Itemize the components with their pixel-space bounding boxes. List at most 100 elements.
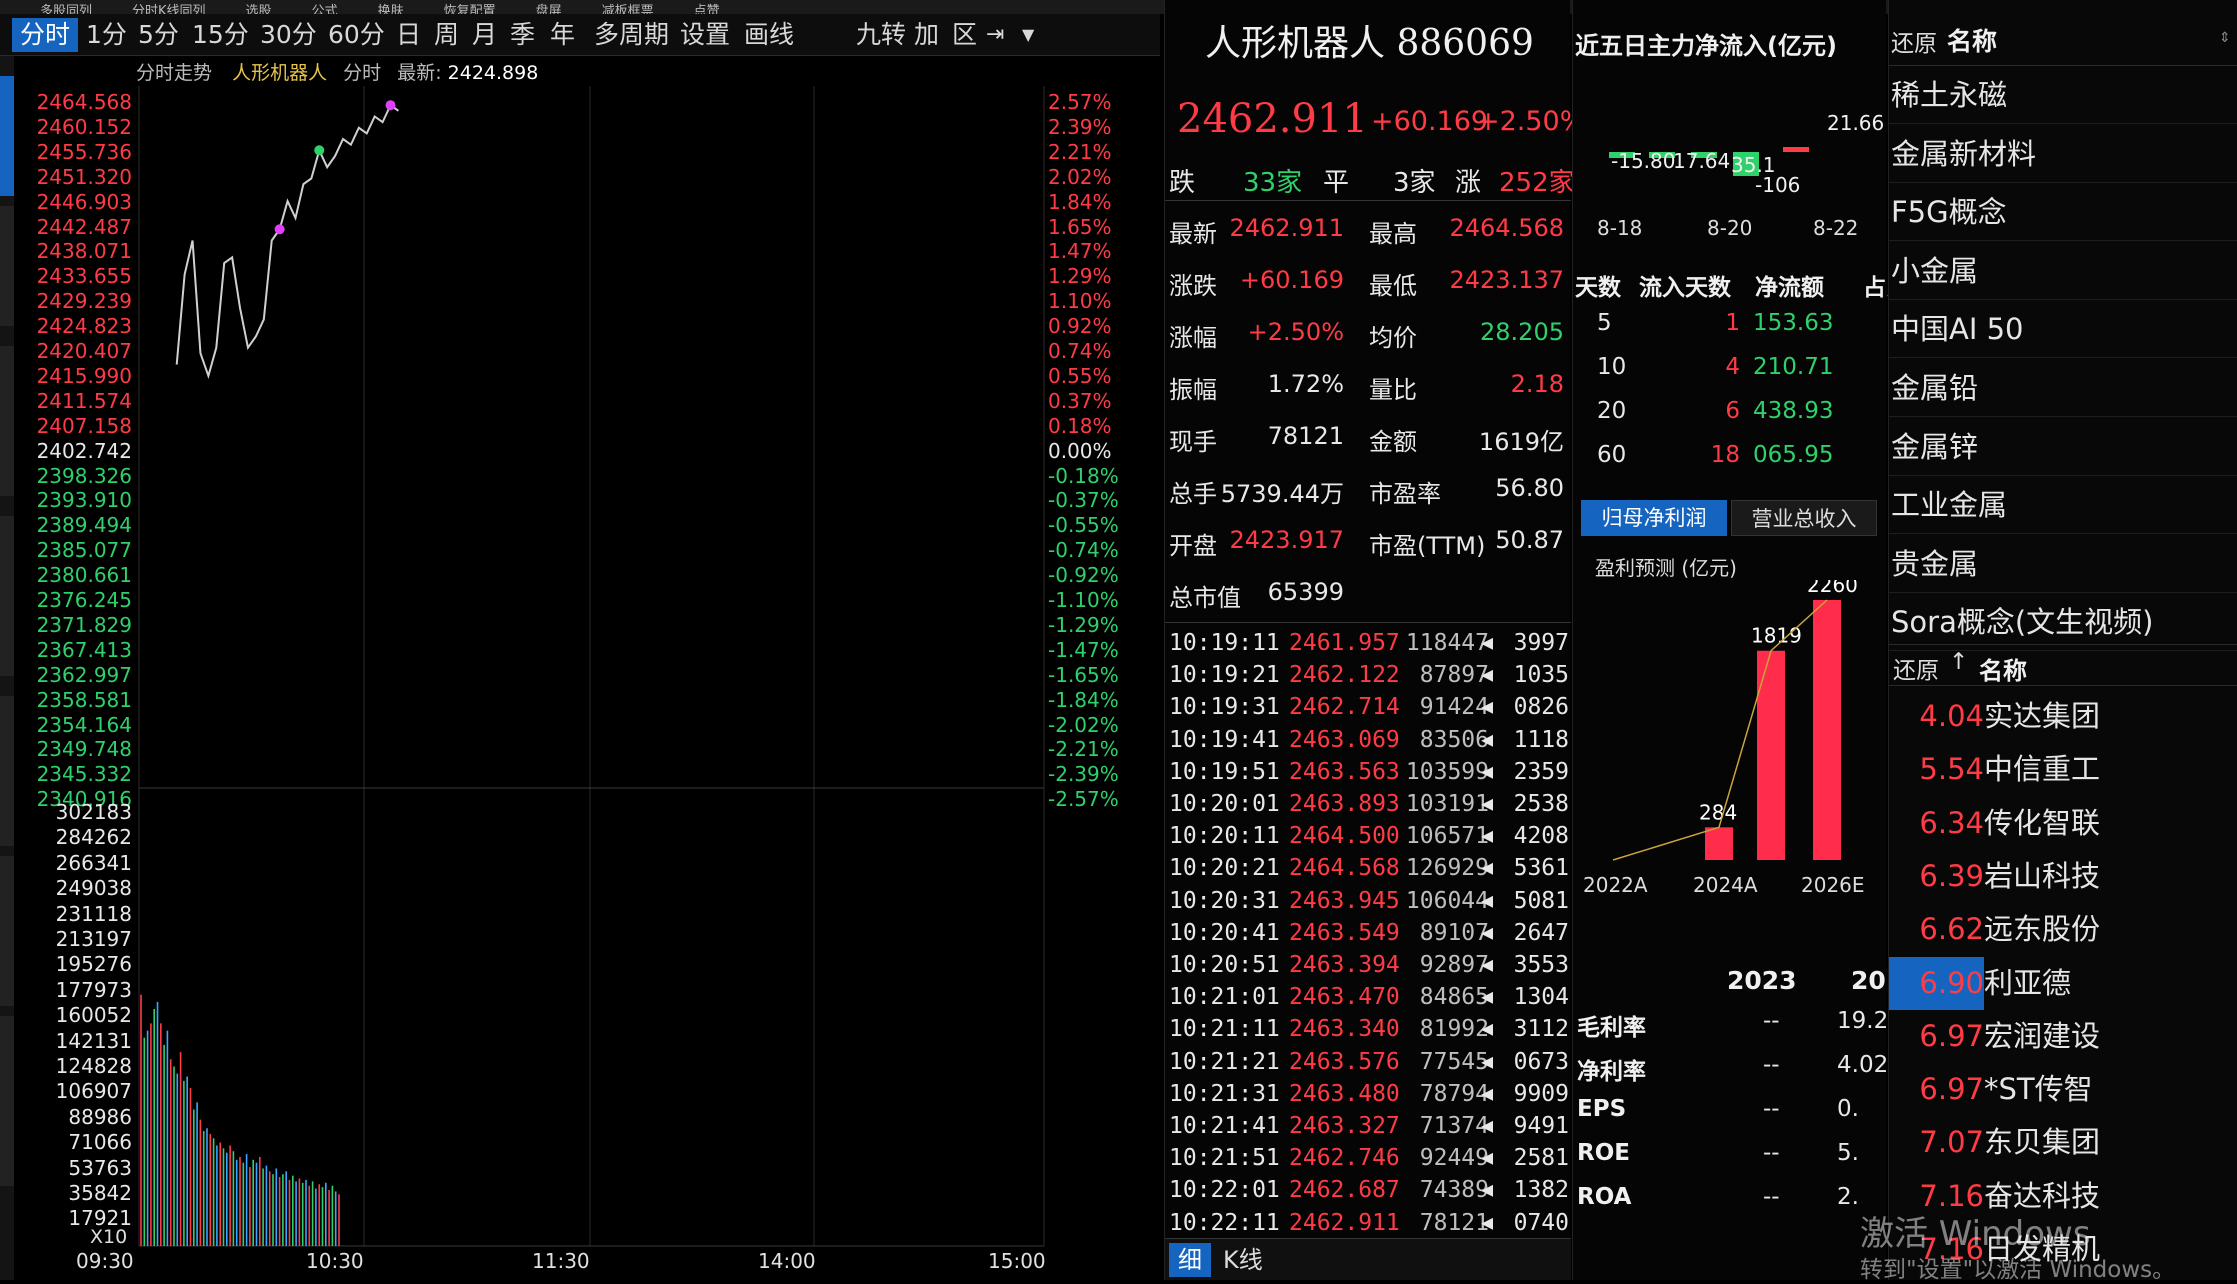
period-tab-1min[interactable]: 1分 (86, 18, 127, 52)
sub-restore-button[interactable]: 还原 (1893, 651, 1939, 685)
percent-tick-label: 1.10% (1048, 289, 1112, 314)
sidebar-toggle-icon[interactable]: ⇥ (986, 18, 1004, 52)
tick-row[interactable]: 10:22:01 2462.687 74389 ◀ 1382 (1165, 1177, 1571, 1209)
tick-volume: 78121 (1419, 1209, 1489, 1236)
tick-row[interactable]: 10:19:11 2461.957 118447 ◀ 3997 (1165, 630, 1571, 662)
volume-tick-label: 160052 (55, 1003, 132, 1028)
tab-net-profit[interactable]: 归母净利润 (1581, 500, 1727, 536)
concept-item[interactable]: 稀土永磁 (1889, 66, 2237, 124)
tick-row[interactable]: 10:20:31 2463.945 106044 ◀ 5081 (1165, 888, 1571, 920)
tick-row[interactable]: 10:20:41 2463.549 89107 ◀ 2647 (1165, 920, 1571, 952)
intraday-chart[interactable]: 分时走势 人形机器人 分时 最新: 2424.898 2464.568 2460.… (14, 56, 1164, 1280)
add-button[interactable]: 加 (914, 18, 939, 52)
tick-row[interactable]: 10:19:51 2463.563 103599 ◀ 2359 (1165, 759, 1571, 791)
tick-row[interactable]: 10:21:21 2463.576 77545 ◀ 0673 (1165, 1049, 1571, 1081)
sidebar-tab-capital[interactable] (0, 856, 14, 1006)
price-tick-label: 2371.829 (36, 612, 132, 637)
sidebar-tab-kline[interactable] (0, 206, 14, 326)
restore-button[interactable]: 还原 (1891, 24, 1937, 58)
tick-row[interactable]: 10:21:31 2463.480 78794 ◀ 9909 (1165, 1081, 1571, 1113)
stock-item[interactable]: 5.54中信重工 (1889, 743, 2237, 796)
percent-tick-label: 0.18% (1048, 413, 1112, 438)
concept-item[interactable]: 金属锌 (1889, 418, 2237, 476)
concept-item[interactable]: Sora概念(文生视频) (1889, 593, 2237, 652)
tick-row[interactable]: 10:19:31 2462.714 91424 ◀ 0826 (1165, 694, 1571, 726)
stock-item[interactable]: 6.97*ST传智 (1889, 1063, 2237, 1116)
tick-row[interactable]: 10:19:41 2463.069 83506 ◀ 1118 (1165, 727, 1571, 759)
price-tick-label: 2460.152 (36, 114, 132, 139)
concept-item[interactable]: 金属铅 (1889, 359, 2237, 417)
dropdown-arrow-icon[interactable]: ▼ (1022, 18, 1034, 52)
tick-row[interactable]: 10:21:51 2462.746 92449 ◀ 2581 (1165, 1145, 1571, 1177)
tick-arrow-icon: ◀ (1480, 1145, 1493, 1170)
tick-count: 1382 (1513, 1177, 1569, 1204)
sort-icon[interactable]: ⇕ (2219, 30, 2231, 46)
period-tab-60min[interactable]: 60分 (328, 18, 385, 52)
forecast-chart: 284 1819 2260 2022A 2024A 2026E (1583, 580, 1865, 897)
period-tab-5min[interactable]: 5分 (138, 18, 179, 52)
nine-turn-button[interactable]: 九转 (856, 18, 906, 52)
percent-tick-label: 0.00% (1048, 438, 1112, 463)
concept-item[interactable]: 中国AI 50 (1889, 300, 2237, 359)
period-tab-30min[interactable]: 30分 (260, 18, 317, 52)
sidebar-tab-individual[interactable] (0, 1016, 14, 1186)
stock-item[interactable]: 6.90利亚德 (1889, 956, 2237, 1010)
percent-tick-label: 0.37% (1048, 388, 1112, 413)
tick-time: 10:19:11 (1169, 630, 1280, 656)
sidebar-tab-stock[interactable] (0, 346, 14, 496)
period-tab-quarter[interactable]: 季 (510, 18, 535, 52)
sidebar-tab-fenshi[interactable] (0, 76, 14, 196)
settings-button[interactable]: 设置 (680, 18, 730, 52)
concept-item[interactable]: 贵金属 (1889, 535, 2237, 593)
stock-item[interactable]: 6.39岩山科技 (1889, 850, 2237, 903)
tick-time: 10:20:11 (1169, 823, 1280, 850)
tick-row[interactable]: 10:20:11 2464.500 106571 ◀ 4208 (1165, 823, 1571, 855)
sort-arrow-icon[interactable]: ↑ (1949, 649, 1968, 675)
tick-row[interactable]: 10:20:21 2464.568 126929 ◀ 5361 (1165, 855, 1571, 887)
period-tab-multi[interactable]: 多周期 (594, 18, 669, 52)
price-tick-label: 2402.742 (36, 438, 132, 463)
tick-row[interactable]: 10:21:11 2463.340 81992 ◀ 3112 (1165, 1016, 1571, 1048)
price-tick-label: 2358.581 (36, 687, 132, 712)
name-column-header[interactable]: 名称 (1947, 22, 1997, 58)
period-tab-fenshi[interactable]: 分时 (12, 18, 79, 52)
sidebar-tab-ranking[interactable] (0, 516, 14, 676)
tick-time: 10:19:41 (1169, 726, 1280, 753)
stock-item[interactable]: 4.04实达集团 (1889, 690, 2237, 743)
range-button[interactable]: 区 (952, 18, 977, 52)
tick-row[interactable]: 10:19:21 2462.122 87897 ◀ 1035 (1165, 662, 1571, 694)
tick-row[interactable]: 10:22:11 2462.911 78121 ◀ 0740 (1165, 1210, 1571, 1242)
tick-row[interactable]: 10:20:51 2463.394 92897 ◀ 3553 (1165, 952, 1571, 984)
period-tab-year[interactable]: 年 (550, 18, 575, 52)
stock-item[interactable]: 6.97宏润建设 (1889, 1010, 2237, 1063)
concept-item[interactable]: 金属新材料 (1889, 125, 2237, 183)
concept-item[interactable]: 小金属 (1889, 242, 2237, 300)
tick-arrow-icon: ◀ (1480, 952, 1493, 976)
period-tab-week[interactable]: 周 (434, 18, 459, 52)
period-tab-month[interactable]: 月 (472, 18, 497, 52)
tab-revenue[interactable]: 营业总收入 (1731, 500, 1877, 536)
fin-value-2023: -- (1763, 1052, 1780, 1078)
period-tab-day[interactable]: 日 (396, 18, 421, 52)
sub-name-header[interactable]: 名称 (1979, 651, 2027, 686)
draw-line-button[interactable]: 画线 (744, 18, 794, 52)
tick-arrow-icon: ◀ (1480, 887, 1493, 912)
sidebar-tab-main[interactable] (0, 696, 14, 846)
tick-row[interactable]: 10:21:01 2463.470 84865 ◀ 1304 (1165, 984, 1571, 1016)
period-tab-15min[interactable]: 15分 (192, 18, 249, 52)
tick-price: 2464.568 (1289, 855, 1400, 882)
tick-arrow-icon: ◀ (1480, 726, 1493, 751)
stock-item[interactable]: 7.07东贝集团 (1889, 1116, 2237, 1169)
tick-row[interactable]: 10:21:41 2463.327 71374 ◀ 9491 (1165, 1113, 1571, 1145)
tab-kline[interactable]: K线 (1223, 1243, 1263, 1277)
concept-item[interactable]: F5G概念 (1889, 183, 2237, 242)
volume-tick-label: 142131 (55, 1028, 132, 1053)
stock-item[interactable]: 6.34传化智联 (1889, 797, 2237, 850)
tab-detail[interactable]: 细 (1169, 1243, 1211, 1277)
tick-volume: 106571 (1405, 823, 1489, 850)
tick-row[interactable]: 10:20:01 2463.893 103191 ◀ 2538 (1165, 791, 1571, 823)
volume-unit: X10 (90, 1226, 128, 1248)
concept-item[interactable]: 工业金属 (1889, 476, 2237, 535)
stock-change-pct: 6.97 (1919, 1018, 1984, 1053)
stock-item[interactable]: 6.62远东股份 (1889, 903, 2237, 956)
